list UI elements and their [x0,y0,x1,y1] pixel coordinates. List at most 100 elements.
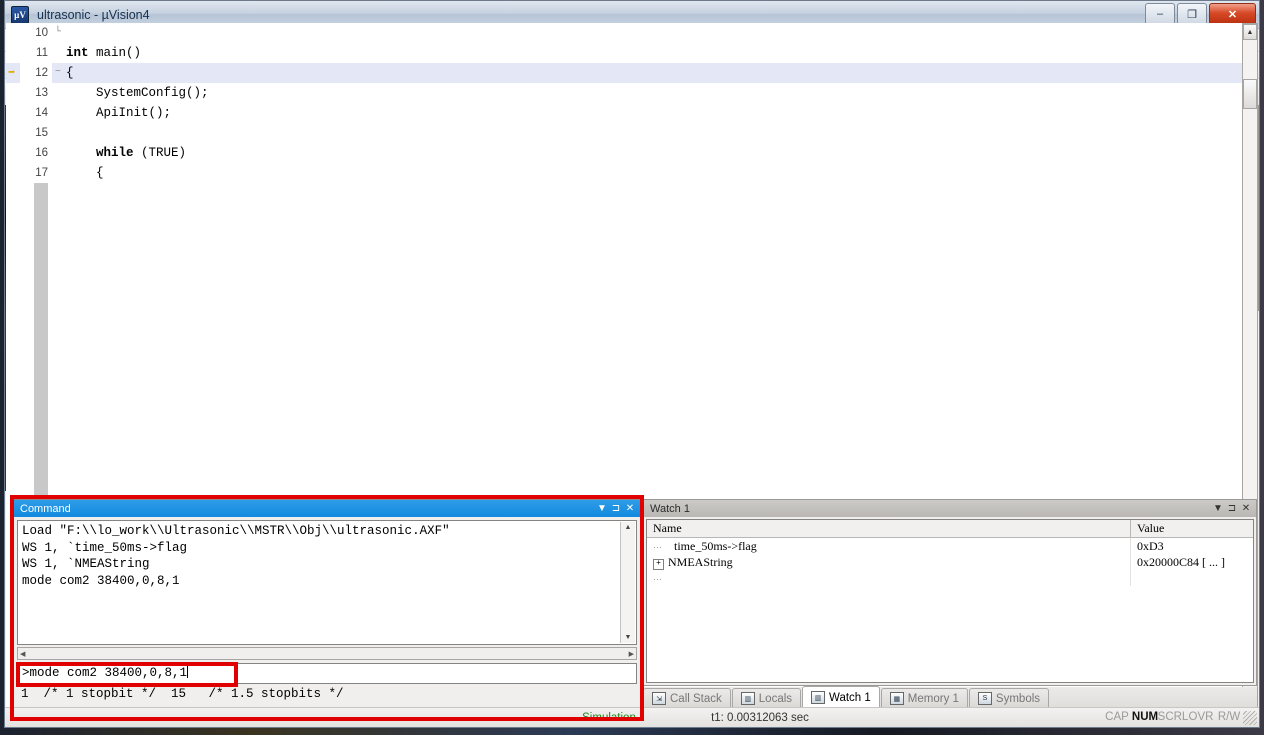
scroll-up-icon[interactable]: ▲ [1243,24,1257,40]
editor-fold-marker[interactable] [52,123,64,143]
editor-code-text: SystemConfig(); [64,83,209,103]
panel-menu-icon[interactable]: ▼ [1211,502,1225,516]
command-panel-titlebar: Command ▼ ⊐ ✕ [14,500,640,517]
watch-rows: ⋯ time_50ms->flag0xD3+ NMEAString0x20000… [647,538,1253,586]
editor-code-text: int main() [64,43,141,63]
editor-code-text: while (TRUE) [64,143,186,163]
status-simulation: Simulation [541,709,677,726]
editor-code-text: { [64,163,104,183]
close-button[interactable]: ✕ [1209,3,1256,25]
editor-line[interactable]: 11 int main() [6,43,1242,63]
editor-code-text: { [64,63,74,83]
scroll-thumb[interactable] [1243,79,1257,109]
command-vertical-scrollbar[interactable]: ▲ ▼ [620,522,635,643]
editor-fold-marker[interactable] [52,83,64,103]
command-panel-title: Command [20,503,71,515]
close-icon[interactable]: ✕ [1239,502,1253,516]
uvision-main-window: µV ultrasonic - µVision4 – ❐ ✕ File Edit… [4,0,1260,728]
command-output[interactable]: Load "F:\\lo_work\\Ultrasonic\\MSTR\\Obj… [17,520,637,645]
editor-breakpoint-margin[interactable] [6,43,20,63]
editor-breakpoint-margin[interactable] [6,143,20,163]
editor-line[interactable]: 16 while (TRUE) [6,143,1242,163]
watch-row[interactable]: ⋯ time_50ms->flag0xD3 [647,538,1253,554]
editor-fold-marker[interactable] [52,43,64,63]
editor-line[interactable]: 17 { [6,163,1242,183]
editor-breakpoint-margin[interactable] [6,23,20,43]
tree-indent-guide: ⋯ [653,539,671,555]
editor-line[interactable]: 15 [6,123,1242,143]
scroll-left-icon[interactable]: ◀ [20,650,25,658]
editor-fold-marker[interactable] [52,103,64,123]
editor-code-text: ApiInit(); [64,103,171,123]
editor-fold-marker[interactable] [52,143,64,163]
editor-line[interactable]: 10└ [6,23,1242,43]
status-flag-ovr: OVR [1187,711,1215,725]
source-editor-panel: 📄main.c📄kernel.c📄ctrlApi.c📄modbus.c📄stm3… [5,106,1259,284]
command-output-lines: Load "F:\\lo_work\\Ultrasonic\\MSTR\\Obj… [18,521,636,589]
watch-row[interactable]: ⋯ [647,570,1253,586]
command-input[interactable]: >mode com2 38400,0,8,1 [17,663,637,684]
debug-tab-watch-1[interactable]: ▥Watch 1 [802,686,880,708]
command-panel: Command ▼ ⊐ ✕ Load "F:\\lo_work\\Ultraso… [13,499,641,717]
symbols-icon: S [978,692,992,705]
editor-fold-marker[interactable]: − [52,63,64,83]
editor-line[interactable]: 13 SystemConfig(); [6,83,1242,103]
resize-grip-icon[interactable] [1243,711,1257,725]
pin-icon[interactable]: ⊐ [1225,502,1239,516]
current-statement-arrow-icon: ➡ [8,63,15,83]
maximize-button[interactable]: ❐ [1177,3,1207,25]
debug-tab-symbols[interactable]: S Symbols [969,688,1049,708]
debug-tab-locals[interactable]: ▥Locals [732,688,801,708]
panel-menu-icon[interactable]: ▼ [595,502,609,516]
watch-panel: Watch 1 ▼ ⊐ ✕ Name Value ⋯ time_50ms->fl… [643,499,1257,686]
memory-icon: ▦ [890,692,904,705]
editor-line-number: 15 [20,123,52,143]
close-icon[interactable]: ✕ [623,502,637,516]
debug-tab-label: Call Stack [670,693,722,705]
scroll-up-icon[interactable]: ▲ [621,522,635,531]
watch-grid-header: Name Value [647,520,1253,538]
locals-icon: ▥ [741,692,755,705]
editor-line[interactable]: ➡12−{ [6,63,1242,83]
editor-line-number: 13 [20,83,52,103]
column-header-name[interactable]: Name [647,520,1131,537]
uvision-logo-icon: µV [11,6,29,24]
tree-indent-guide: ⋯ [653,571,671,587]
command-hint-text: 1 /* 1 stopbit */ 15 /* 1.5 stopbits */ [17,686,637,703]
debug-tab-memory-1[interactable]: ▦Memory 1 [881,688,968,708]
pin-icon[interactable]: ⊐ [609,502,623,516]
editor-breakpoint-margin[interactable]: ➡ [6,63,20,83]
editor-breakpoint-margin[interactable] [6,103,20,123]
editor-breakpoint-margin[interactable] [6,123,20,143]
watch-row[interactable]: + NMEAString0x20000C84 [ ... ] [647,554,1253,570]
watch-panel-title: Watch 1 [650,503,690,515]
editor-line[interactable]: 14 ApiInit(); [6,103,1242,123]
debug-tab-label: Watch 1 [829,692,871,704]
editor-code-text [64,123,66,143]
editor-line-number: 12 [20,63,52,83]
editor-line-number: 17 [20,163,52,183]
watch-name-text: time_50ms->flag [671,539,757,553]
watch-panel-titlebar: Watch 1 ▼ ⊐ ✕ [644,500,1256,517]
command-horizontal-scrollbar[interactable]: ◀ ▶ [17,647,637,660]
status-flag-scrl: SCRL [1159,711,1187,725]
editor-breakpoint-margin[interactable] [6,163,20,183]
debug-tab-call-stack[interactable]: ⇲Call Stack [643,688,731,708]
status-message [5,709,541,726]
debug-tab-label: Symbols [996,693,1040,705]
minimize-button[interactable]: – [1145,3,1175,25]
status-flag-rw: R/W [1215,711,1243,725]
scroll-down-icon[interactable]: ▼ [621,634,635,641]
editor-fold-marker[interactable]: └ [52,23,64,43]
editor-line-number: 11 [20,43,52,63]
editor-breakpoint-margin[interactable] [6,83,20,103]
scroll-right-icon[interactable]: ▶ [629,650,634,658]
watch-grid: Name Value ⋯ time_50ms->flag0xD3+ NMEASt… [646,519,1254,683]
status-time: t1: 0.00312063 sec [677,709,843,726]
editor-fold-marker[interactable] [52,163,64,183]
column-header-value[interactable]: Value [1131,520,1253,537]
text-caret [187,665,188,678]
tree-expander-icon[interactable]: + [653,559,664,570]
editor-code-text [64,23,66,43]
editor-line-number: 14 [20,103,52,123]
